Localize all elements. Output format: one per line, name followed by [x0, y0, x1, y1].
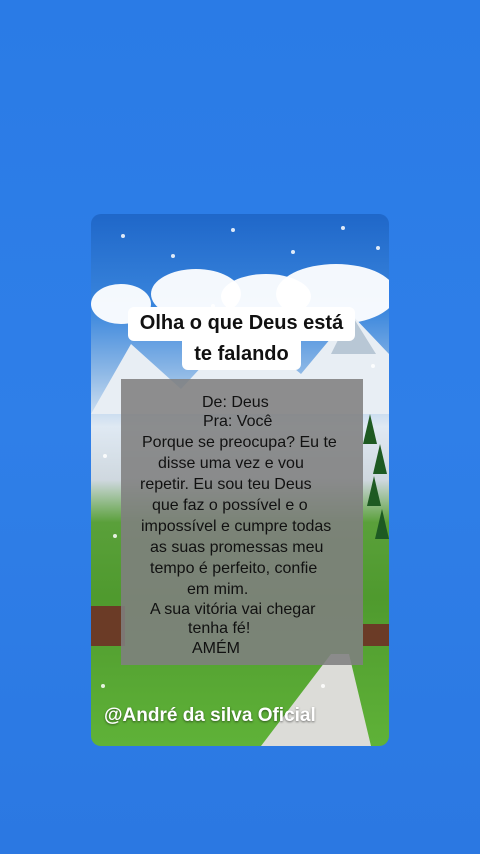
message-line: tenha fé! [188, 620, 251, 637]
message-line: Porque se preocupa? Eu te [142, 434, 337, 451]
message-line: em mim. [187, 581, 249, 598]
message-line: disse uma vez e vou [158, 455, 304, 472]
message-line: as suas promessas meu [150, 539, 324, 556]
message-line: tempo é perfeito, confie [150, 560, 318, 577]
author-signature: @André da silva Oficial [104, 705, 316, 726]
title-line-1: Olha o que Deus está [139, 312, 344, 334]
title-line-2: te falando [194, 343, 289, 365]
message-line: repetir. Eu sou teu Deus [140, 476, 312, 493]
message-line: Pra: Você [203, 413, 273, 430]
message-line: que faz o possível e o [152, 497, 308, 514]
message-line: De: Deus [202, 394, 269, 411]
message-line: impossível e cumpre todas [141, 518, 332, 535]
message-line: A sua vitória vai chegar [150, 601, 316, 618]
message-line: AMÉM [192, 640, 240, 657]
